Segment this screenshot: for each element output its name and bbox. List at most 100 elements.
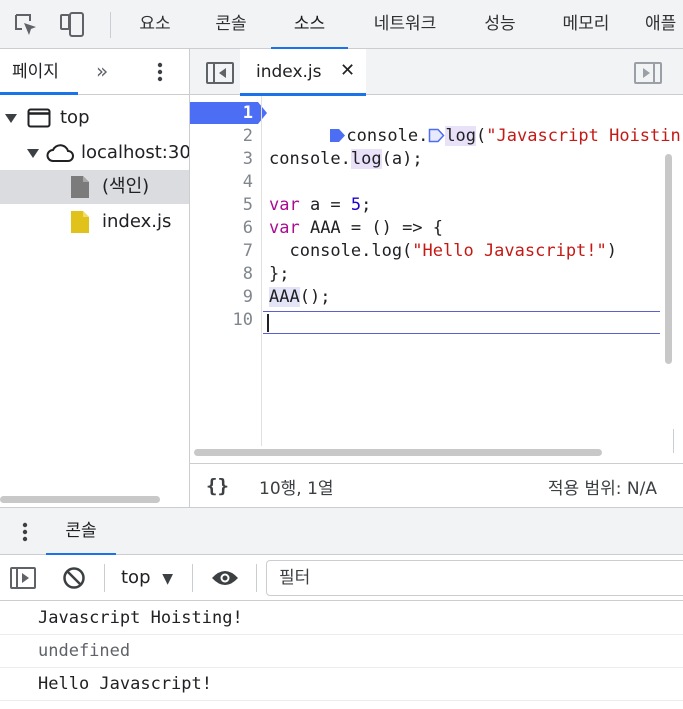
line-number-gutter[interactable]: 1 2 3 4 5 6 7 8 9 10 xyxy=(190,96,262,446)
editor-horizontal-scrollbar[interactable] xyxy=(194,449,602,456)
text-cursor xyxy=(267,314,269,332)
line-number[interactable]: 8 xyxy=(213,263,253,286)
tree-item-label: (색인) xyxy=(102,176,150,197)
code-string: "Hello Javascript!" xyxy=(412,241,607,261)
tree-item-label: top xyxy=(60,107,90,128)
code-line-1: console. log("Javascript Hoistin xyxy=(268,102,681,146)
code-token: ; xyxy=(361,195,372,215)
code-token: (a); xyxy=(381,149,423,169)
tree-item-label: localhost:30 xyxy=(81,142,189,163)
line-number[interactable]: 2 xyxy=(213,125,253,148)
editor-tab-bar: index.js ✕ xyxy=(190,49,683,96)
code-area[interactable]: 1 2 3 4 5 6 7 8 9 10 console. log("Javasc… xyxy=(190,96,683,446)
tab-network[interactable]: 네트워크 xyxy=(355,0,455,49)
console-message: Javascript Hoisting! xyxy=(0,602,683,635)
line-number[interactable]: 4 xyxy=(213,171,253,194)
tab-page-indicator xyxy=(0,92,78,95)
pretty-print-button[interactable]: {} xyxy=(206,475,229,497)
context-selector[interactable]: top ▼ xyxy=(121,555,173,602)
navigator-horizontal-scrollbar[interactable] xyxy=(0,496,160,503)
code-keyword: var xyxy=(269,218,300,238)
code-line-9: AAA(); xyxy=(269,286,330,309)
file-tab-index-js[interactable]: index.js ✕ xyxy=(240,49,366,96)
coverage-status: 적용 범위: N/A xyxy=(547,479,657,499)
source-editor: index.js ✕ 1 2 3 4 5 6 7 8 9 10 console.… xyxy=(190,49,683,507)
filter-field[interactable] xyxy=(266,560,683,596)
inline-breakpoint-icon[interactable] xyxy=(329,128,346,143)
tab-performance[interactable]: 성능 xyxy=(470,0,530,49)
code-token: AAA xyxy=(269,287,300,307)
code-token: console. xyxy=(269,149,351,169)
sources-navigator: 페이지 » top localhost:30 (색인) index.js xyxy=(0,49,190,507)
code-keyword: var xyxy=(269,195,300,215)
document-icon xyxy=(71,176,89,198)
code-line-3: console.log(a); xyxy=(269,148,423,171)
eye-icon[interactable] xyxy=(210,568,240,588)
code-line-6: var AAA = () => { xyxy=(269,217,443,240)
line-number[interactable]: 1 xyxy=(213,102,253,125)
expand-triangle-icon[interactable] xyxy=(4,113,18,125)
devtools-tab-bar: 요소 콘솔 소스 네트워크 성능 메모리 애플 xyxy=(0,0,683,50)
tree-item-index-js[interactable]: index.js xyxy=(0,205,189,239)
tree-item-label: index.js xyxy=(102,211,172,232)
line-number[interactable]: 6 xyxy=(213,217,253,240)
tree-item-index-html[interactable]: (색인) xyxy=(0,170,189,204)
code-line-8: }; xyxy=(269,264,290,284)
navigator-tab-bar: 페이지 » xyxy=(0,49,189,95)
line-number[interactable]: 7 xyxy=(213,240,253,263)
toggle-debugger-icon[interactable] xyxy=(634,62,662,84)
device-toolbar-button[interactable] xyxy=(56,9,88,41)
tab-application[interactable]: 애플 xyxy=(645,0,683,49)
dropdown-arrow-icon: ▼ xyxy=(162,571,174,587)
tree-item-localhost[interactable]: localhost:30 xyxy=(0,136,189,170)
code-token: (); xyxy=(299,287,331,307)
code-line-5: var a = 5; xyxy=(269,194,371,217)
editor-status-bar: {} 10행, 1열 적용 범위: N/A xyxy=(190,463,683,507)
show-sidebar-icon[interactable] xyxy=(10,567,36,589)
code-token: a = xyxy=(299,195,351,215)
tab-elements[interactable]: 요소 xyxy=(126,0,184,49)
code-token: ) xyxy=(606,241,618,261)
console-message: undefined xyxy=(0,635,683,668)
line-number[interactable]: 3 xyxy=(213,148,253,171)
cursor-position: 10행, 1열 xyxy=(259,479,334,499)
code-token: ( xyxy=(476,126,487,146)
tree-item-top[interactable]: top xyxy=(0,101,189,135)
toggle-navigator-icon[interactable] xyxy=(206,62,234,84)
frame-icon xyxy=(27,108,51,128)
context-label: top xyxy=(121,567,151,588)
console-toolbar: top ▼ xyxy=(0,555,683,601)
clear-console-icon[interactable] xyxy=(62,566,86,590)
toolbar-divider xyxy=(256,564,257,592)
tab-page[interactable]: 페이지 xyxy=(12,49,59,95)
toolbar-divider xyxy=(110,12,111,38)
console-message: Hello Javascript! xyxy=(0,668,683,701)
line-number[interactable]: 9 xyxy=(213,286,253,309)
editor-edge xyxy=(673,429,683,453)
more-options-icon[interactable] xyxy=(150,60,170,84)
drawer-menu-icon[interactable] xyxy=(17,520,33,544)
tab-console[interactable]: 콘솔 xyxy=(200,0,262,49)
line-number[interactable]: 10 xyxy=(213,309,253,332)
editor-vertical-scrollbar[interactable] xyxy=(665,154,672,364)
current-line-highlight xyxy=(263,311,660,334)
code-token: console.log( xyxy=(269,241,413,261)
code-token: log xyxy=(350,149,382,169)
code-token: console. xyxy=(346,126,429,146)
tab-memory[interactable]: 메모리 xyxy=(549,0,623,49)
toolbar-divider xyxy=(192,564,193,592)
expand-triangle-icon[interactable] xyxy=(26,148,40,160)
close-icon[interactable]: ✕ xyxy=(340,61,355,81)
code-string: "Javascript Hoistin xyxy=(486,126,681,146)
tab-sources[interactable]: 소스 xyxy=(271,0,348,50)
filter-input[interactable] xyxy=(267,561,683,595)
line-number[interactable]: 5 xyxy=(213,194,253,217)
more-tabs-chevron-icon[interactable]: » xyxy=(96,59,108,83)
script-file-icon xyxy=(71,211,89,233)
inline-breakpoint-outline-icon[interactable] xyxy=(428,128,445,143)
code-line-7: console.log("Hello Javascript!") xyxy=(269,240,617,263)
inspect-cursor-icon xyxy=(15,14,36,35)
drawer-tab-bar: 콘솔 xyxy=(0,507,683,556)
inspect-element-button[interactable] xyxy=(10,9,42,41)
drawer-tab-console[interactable]: 콘솔 xyxy=(46,508,116,556)
